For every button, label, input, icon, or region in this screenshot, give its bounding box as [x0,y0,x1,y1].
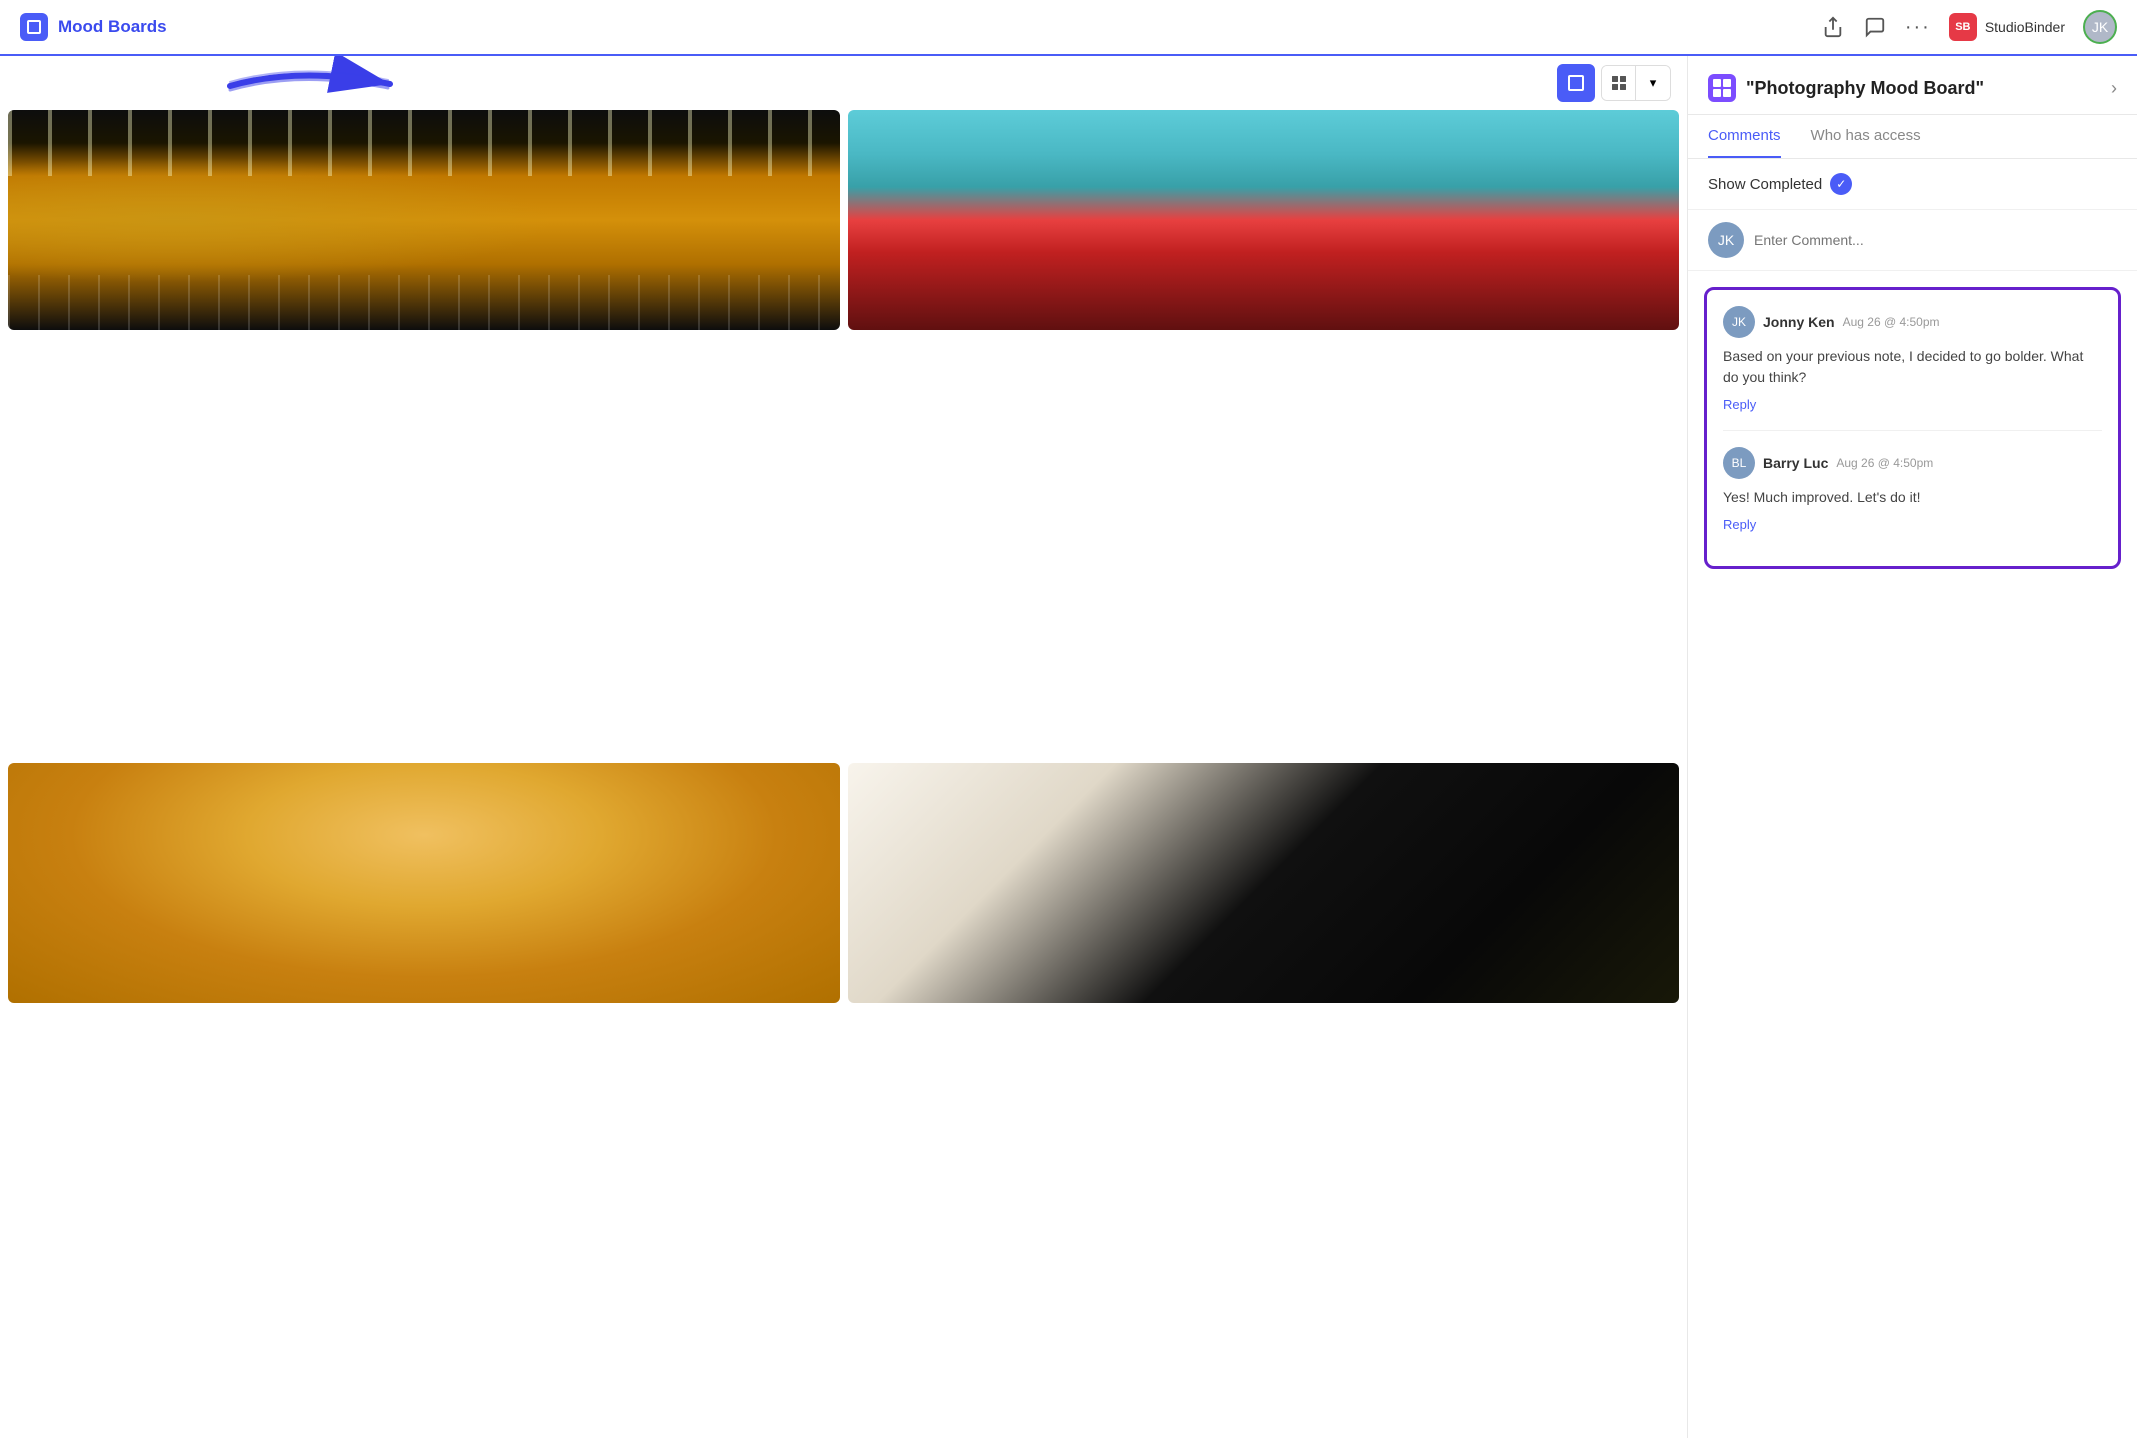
tab-who-has-access[interactable]: Who has access [1811,115,1921,158]
image-grid [0,110,1687,1436]
panel-expand-icon[interactable]: › [2111,78,2117,99]
panel-title: "Photography Mood Board" [1746,78,1984,99]
comment-item-2: BL Barry Luc Aug 26 @ 4:50pm Yes! Much i… [1723,430,2102,534]
toolbar-row: ▾ [0,56,1687,110]
comment-1-timestamp: Aug 26 @ 4:50pm [1843,315,1940,329]
icon-dot-4 [1723,89,1731,97]
comment-item-1: JK Jonny Ken Aug 26 @ 4:50pm Based on yo… [1723,306,2102,414]
header-left: Mood Boards [20,13,167,41]
grid-dropdown-button[interactable]: ▾ [1636,66,1670,100]
logo-inner [27,20,41,34]
header-right: ··· SB StudioBinder JK [1821,10,2117,44]
dropdown-chevron: ▾ [1650,75,1657,91]
grid-view-group: ▾ [1601,65,1671,101]
sb-logo-text: SB [1955,21,1970,33]
comment-1-header: JK Jonny Ken Aug 26 @ 4:50pm [1723,306,2102,338]
icon-dot-2 [1723,79,1731,87]
comments-section: JK Jonny Ken Aug 26 @ 4:50pm Based on yo… [1688,271,2137,1438]
panel-icon [1708,74,1736,102]
content-area: ▾ [0,56,1687,1438]
studiobinder-logo: SB [1949,13,1977,41]
grid-view-button[interactable] [1602,66,1636,100]
comment-1-avatar: JK [1723,306,1755,338]
panel-tabs: Comments Who has access [1688,115,2137,159]
more-icon[interactable]: ··· [1905,16,1931,39]
highlighted-comment-box: JK Jonny Ken Aug 26 @ 4:50pm Based on yo… [1704,287,2121,569]
show-completed-label: Show Completed [1708,176,1822,193]
panel-header: "Photography Mood Board" › [1688,56,2137,115]
app-logo-icon [20,13,48,41]
icon-dot-3 [1713,89,1721,97]
comment-1-author: Jonny Ken [1763,314,1835,330]
avatar-initials: JK [2092,19,2108,35]
image-phone[interactable] [848,763,1680,1003]
comment-2-avatar: BL [1723,447,1755,479]
app-title: Mood Boards [58,17,167,37]
user-avatar[interactable]: JK [2083,10,2117,44]
tab-comments[interactable]: Comments [1708,115,1781,158]
icon-dot-1 [1713,79,1721,87]
comment-icon[interactable] [1863,15,1887,39]
comment-2-header: BL Barry Luc Aug 26 @ 4:50pm [1723,447,2102,479]
comment-2-author: Barry Luc [1763,455,1828,471]
comment-1-reply[interactable]: Reply [1723,397,1756,412]
share-icon[interactable] [1821,15,1845,39]
panel-title-row: "Photography Mood Board" [1708,74,1984,102]
single-view-button[interactable] [1557,64,1595,102]
comment-1-text: Based on your previous note, I decided t… [1723,346,2102,388]
comment-input[interactable] [1754,232,2117,248]
comment-2-text: Yes! Much improved. Let's do it! [1723,487,2102,508]
comment-2-reply[interactable]: Reply [1723,517,1756,532]
studiobinder-name: StudioBinder [1985,19,2065,35]
comment-input-row: JK [1688,210,2137,271]
comment-2-timestamp: Aug 26 @ 4:50pm [1836,456,1933,470]
image-subway[interactable] [8,110,840,330]
image-woman[interactable] [8,763,840,1003]
studiobinder-badge: SB StudioBinder [1949,13,2065,41]
arrow-annotation [220,56,470,112]
show-completed-row: Show Completed ✓ [1688,159,2137,210]
commenter-avatar: JK [1708,222,1744,258]
right-panel: "Photography Mood Board" › Comments Who … [1687,56,2137,1438]
header: Mood Boards ··· SB StudioBinder JK [0,0,2137,56]
main-layout: ▾ "Photography Mood Board" [0,56,2137,1438]
completed-check-badge[interactable]: ✓ [1830,173,1852,195]
image-bowling[interactable] [848,110,1680,330]
